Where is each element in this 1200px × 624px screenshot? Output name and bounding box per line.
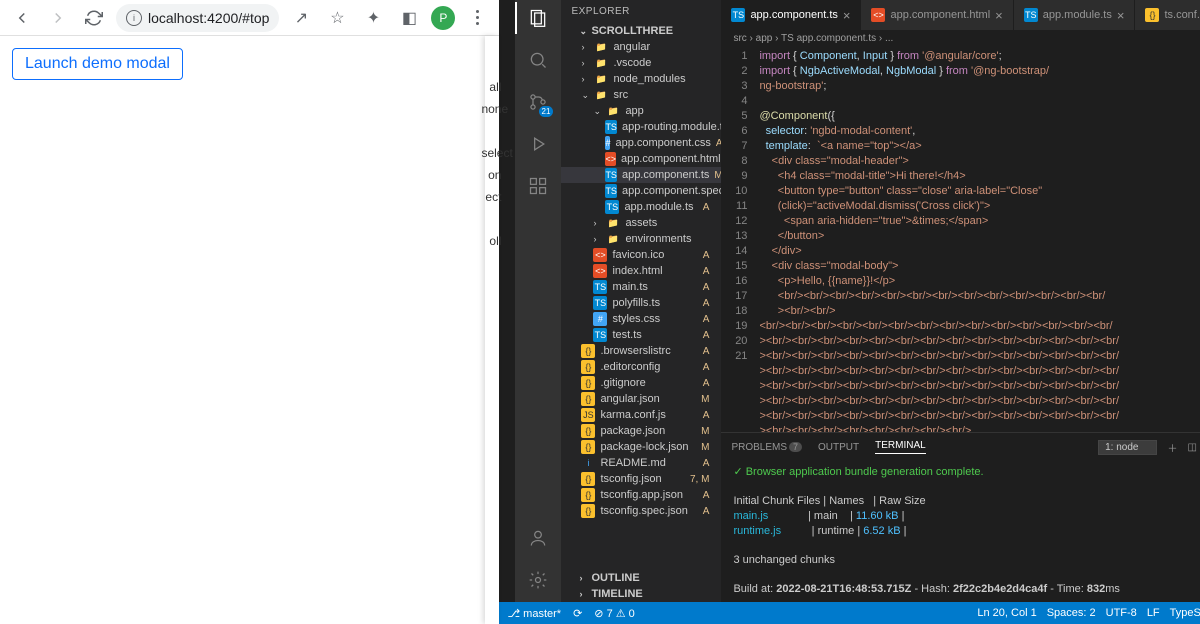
activity-bar: 21 bbox=[515, 0, 561, 602]
project-section[interactable]: ⌄SCROLLTHREE bbox=[561, 23, 721, 39]
file-.vscode[interactable]: ›📁.vscode bbox=[561, 55, 721, 71]
window-gutter bbox=[499, 0, 515, 602]
file-karma.conf.js[interactable]: JSkarma.conf.jsA bbox=[561, 407, 721, 423]
page-body: Launch demo modal allnone select onect o… bbox=[0, 36, 499, 624]
file-tsconfig.json[interactable]: {}tsconfig.json7, M bbox=[561, 471, 721, 487]
tab-app.component.ts[interactable]: TSapp.component.ts× bbox=[721, 0, 861, 30]
file-app.module.ts[interactable]: TSapp.module.tsA bbox=[561, 199, 721, 215]
chrome-window: i localhost:4200/#top ↗ ☆ ✦ ◧ P Launch d… bbox=[0, 0, 499, 624]
encoding-indicator[interactable]: UTF-8 bbox=[1106, 607, 1137, 619]
chrome-menu-icon[interactable] bbox=[463, 4, 491, 32]
explorer-title: EXPLORER bbox=[561, 0, 721, 23]
status-bar: ⎇ master* ⟳ ⊘ 7 ⚠ 0 Ln 20, Col 1 Spaces:… bbox=[499, 602, 1200, 624]
background-window-peek: allnone select onect oll bbox=[481, 76, 501, 252]
extensions-icon[interactable]: ✦ bbox=[359, 4, 387, 32]
language-indicator[interactable]: TypeScript bbox=[1170, 607, 1200, 619]
sync-icon[interactable]: ⟳ bbox=[573, 607, 582, 620]
editor-area: TSapp.component.ts×<>app.component.html×… bbox=[721, 0, 1200, 602]
file-package-lock.json[interactable]: {}package-lock.jsonM bbox=[561, 439, 721, 455]
close-icon[interactable]: × bbox=[1117, 8, 1125, 23]
sidepanel-icon[interactable]: ◧ bbox=[395, 4, 423, 32]
tab-output[interactable]: OUTPUT bbox=[818, 442, 859, 453]
url-text: localhost:4200/#top bbox=[148, 10, 269, 26]
line-numbers: 123456789101112131415161718192021 bbox=[721, 47, 755, 432]
code-editor[interactable]: 123456789101112131415161718192021 import… bbox=[721, 47, 1200, 432]
file-favicon.ico[interactable]: <>favicon.icoA bbox=[561, 247, 721, 263]
explorer-sidebar: EXPLORER ⌄SCROLLTHREE ›📁angular›📁.vscode… bbox=[561, 0, 721, 602]
back-button[interactable] bbox=[8, 4, 36, 32]
forward-button[interactable] bbox=[44, 4, 72, 32]
bottom-panel: PROBLEMS7 OUTPUT TERMINAL 1: node ＋ ◫ 🗑 … bbox=[721, 432, 1200, 602]
settings-icon[interactable] bbox=[526, 568, 550, 592]
site-info-icon[interactable]: i bbox=[126, 10, 142, 26]
file-index.html[interactable]: <>index.htmlA bbox=[561, 263, 721, 279]
bookmark-icon[interactable]: ☆ bbox=[323, 4, 351, 32]
file-polyfills.ts[interactable]: TSpolyfills.tsA bbox=[561, 295, 721, 311]
panel-tabs: PROBLEMS7 OUTPUT TERMINAL 1: node ＋ ◫ 🗑 bbox=[721, 433, 1200, 461]
file-app.component.spec.ts[interactable]: TSapp.component.spec.tsA bbox=[561, 183, 721, 199]
file-tsconfig.app.json[interactable]: {}tsconfig.app.jsonA bbox=[561, 487, 721, 503]
file-.gitignore[interactable]: {}.gitignoreA bbox=[561, 375, 721, 391]
file-assets[interactable]: ›📁assets bbox=[561, 215, 721, 231]
outline-section[interactable]: ›OUTLINE bbox=[561, 570, 721, 586]
explorer-icon[interactable] bbox=[526, 6, 550, 30]
file-tree: ›📁angular›📁.vscode›📁node_modules⌄📁src⌄📁a… bbox=[561, 39, 721, 570]
file-.browserslistrc[interactable]: {}.browserslistrcA bbox=[561, 343, 721, 359]
chrome-toolbar: i localhost:4200/#top ↗ ☆ ✦ ◧ P bbox=[0, 0, 499, 36]
file-app.component.css[interactable]: #app.component.cssA bbox=[561, 135, 721, 151]
file-test.ts[interactable]: TStest.tsA bbox=[561, 327, 721, 343]
timeline-section[interactable]: ›TIMELINE bbox=[561, 586, 721, 602]
search-icon[interactable] bbox=[526, 48, 550, 72]
terminal-output[interactable]: ✓ Browser application bundle generation … bbox=[721, 461, 1200, 602]
file-environments[interactable]: ›📁environments bbox=[561, 231, 721, 247]
tab-problems[interactable]: PROBLEMS7 bbox=[731, 442, 802, 453]
new-terminal-icon[interactable]: ＋ bbox=[1167, 440, 1177, 455]
file-angular[interactable]: ›📁angular bbox=[561, 39, 721, 55]
accounts-icon[interactable] bbox=[526, 526, 550, 550]
branch-indicator[interactable]: ⎇ master* bbox=[507, 607, 561, 620]
launch-demo-modal-button[interactable]: Launch demo modal bbox=[12, 48, 183, 80]
file-app-routing.module.ts[interactable]: TSapp-routing.module.tsA bbox=[561, 119, 721, 135]
file-README.md[interactable]: iREADME.mdA bbox=[561, 455, 721, 471]
address-bar[interactable]: i localhost:4200/#top bbox=[116, 4, 279, 32]
source-control-icon[interactable]: 21 bbox=[526, 90, 550, 114]
file-app.component.ts[interactable]: TSapp.component.tsM bbox=[561, 167, 721, 183]
split-terminal-icon[interactable]: ◫ bbox=[1187, 442, 1196, 453]
reload-button[interactable] bbox=[80, 4, 108, 32]
terminal-select[interactable]: 1: node bbox=[1098, 440, 1157, 455]
editor-tabs: TSapp.component.ts×<>app.component.html×… bbox=[721, 0, 1200, 30]
file-app[interactable]: ⌄📁app bbox=[561, 103, 721, 119]
tab-app.module.ts[interactable]: TSapp.module.ts× bbox=[1014, 0, 1136, 30]
file-app.component.html[interactable]: <>app.component.htmlM bbox=[561, 151, 721, 167]
indent-indicator[interactable]: Spaces: 2 bbox=[1047, 607, 1096, 619]
file-node_modules[interactable]: ›📁node_modules bbox=[561, 71, 721, 87]
close-icon[interactable]: × bbox=[995, 8, 1003, 23]
file-tsconfig.spec.json[interactable]: {}tsconfig.spec.jsonA bbox=[561, 503, 721, 519]
breadcrumb[interactable]: src › app › TS app.component.ts › ... bbox=[721, 30, 1200, 47]
file-package.json[interactable]: {}package.jsonM bbox=[561, 423, 721, 439]
file-main.ts[interactable]: TSmain.tsA bbox=[561, 279, 721, 295]
extensions-icon[interactable] bbox=[526, 174, 550, 198]
tab-ts.conf...[interactable]: {}ts.conf...× bbox=[1135, 0, 1200, 30]
profile-avatar[interactable]: P bbox=[431, 6, 455, 30]
eol-indicator[interactable]: LF bbox=[1147, 607, 1160, 619]
cursor-position[interactable]: Ln 20, Col 1 bbox=[977, 607, 1036, 619]
file-.editorconfig[interactable]: {}.editorconfigA bbox=[561, 359, 721, 375]
close-icon[interactable]: × bbox=[843, 8, 851, 23]
run-debug-icon[interactable] bbox=[526, 132, 550, 156]
share-icon[interactable]: ↗ bbox=[287, 4, 315, 32]
tab-app.component.html[interactable]: <>app.component.html× bbox=[861, 0, 1013, 30]
file-angular.json[interactable]: {}angular.jsonM bbox=[561, 391, 721, 407]
tab-terminal[interactable]: TERMINAL bbox=[875, 440, 926, 454]
file-styles.css[interactable]: #styles.cssA bbox=[561, 311, 721, 327]
source-code[interactable]: import { Component, Input } from '@angul… bbox=[755, 47, 1200, 432]
vscode-window: 21 EXPLORER ⌄SCROLLTHREE ›📁angular›📁.vsc… bbox=[499, 0, 1200, 624]
file-src[interactable]: ⌄📁src bbox=[561, 87, 721, 103]
problems-indicator[interactable]: ⊘ 7 ⚠ 0 bbox=[594, 607, 634, 620]
